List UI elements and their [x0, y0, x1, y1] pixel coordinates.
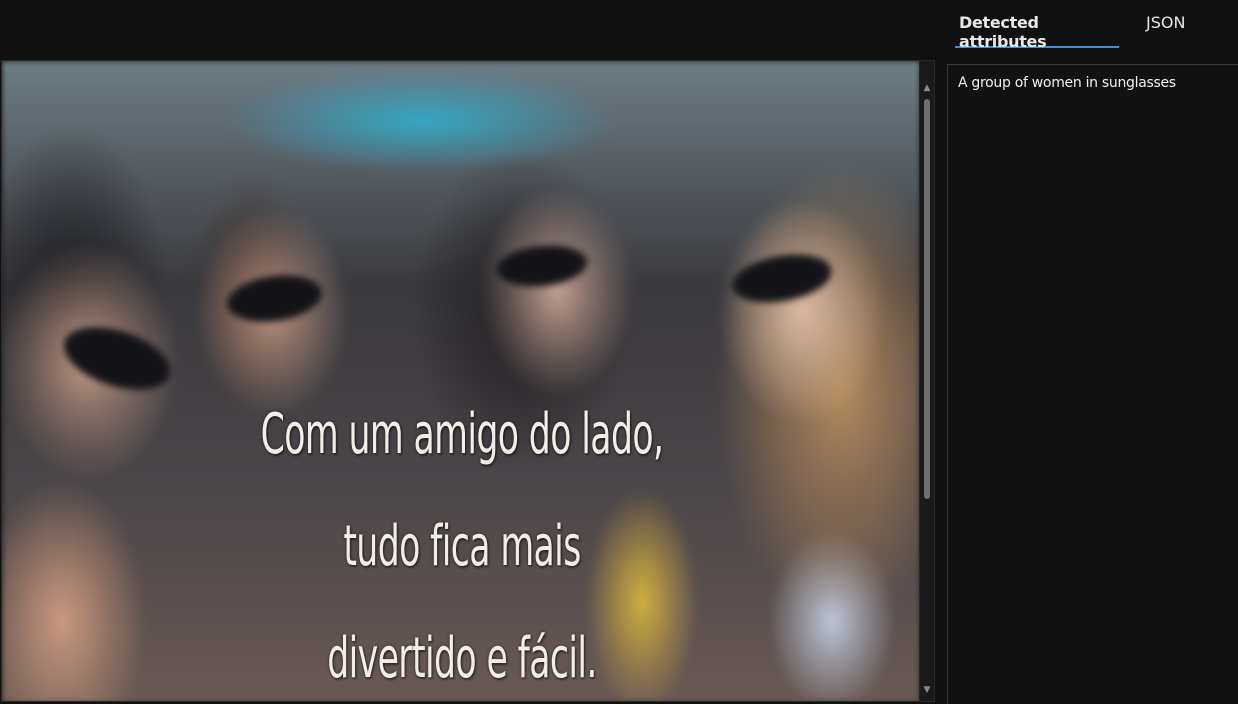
sunglasses-shape	[56, 315, 178, 402]
caption-line-3: divertido e fácil.	[327, 626, 597, 691]
tab-json[interactable]: JSON	[1146, 0, 1185, 46]
attributes-panel: A group of women in sunglasses	[947, 64, 1238, 704]
tab-detected-attributes[interactable]: Detected attributes	[955, 0, 1119, 51]
chevron-down-icon[interactable]: ▼	[920, 683, 934, 697]
attribute-description: A group of women in sunglasses	[958, 75, 1176, 91]
sunglasses-shape	[495, 241, 589, 291]
chevron-up-icon[interactable]: ▲	[920, 81, 934, 95]
scroll-thumb[interactable]	[924, 99, 930, 499]
image-viewer[interactable]: Com um amigo do lado, tudo fica mais div…	[1, 60, 935, 702]
vertical-scrollbar[interactable]: ▲ ▼	[919, 61, 934, 701]
sunglasses-shape	[728, 247, 836, 310]
app-window: Com um amigo do lado, tudo fica mais div…	[0, 0, 1238, 704]
result-tabs: Detected attributes JSON	[955, 0, 1185, 51]
sunglasses-shape	[224, 269, 325, 328]
image-caption: Com um amigo do lado, tudo fica mais div…	[239, 379, 685, 701]
caption-line-2: tudo fica mais	[343, 514, 581, 579]
caption-line-1: Com um amigo do lado,	[260, 402, 664, 467]
